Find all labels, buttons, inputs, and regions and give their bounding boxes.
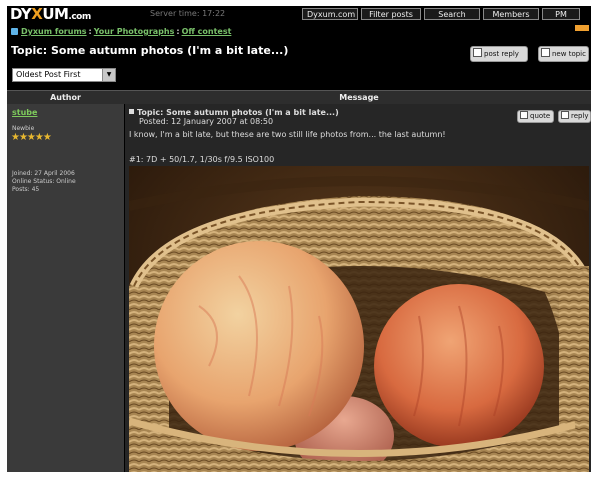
forum-home-icon — [11, 28, 18, 35]
chevron-down-icon[interactable]: ▼ — [102, 69, 115, 81]
server-time: Server time: 17:22 — [150, 9, 226, 18]
nav-search[interactable]: Search — [424, 8, 480, 20]
post-body: I know, I'm a bit late, but these are tw… — [129, 130, 446, 139]
reply-icon — [473, 48, 482, 57]
breadcrumb-separator: : — [176, 27, 180, 36]
reply-label: reply — [571, 112, 589, 120]
author-name-link[interactable]: stube — [12, 108, 37, 117]
author-column-header: Author — [50, 93, 81, 102]
top-bar: DYXUM.com Server time: 17:22 Dyxum.com F… — [7, 6, 591, 23]
basket-apples-image — [129, 166, 589, 472]
post-reply-button[interactable]: post reply — [470, 46, 528, 62]
site-logo[interactable]: DYXUM.com — [10, 6, 91, 23]
breadcrumb-off-contest[interactable]: Off contest — [182, 27, 232, 36]
breadcrumb-your-photographs[interactable]: Your Photographs — [94, 27, 175, 36]
top-nav: Dyxum.com Filter posts Search Members PM — [302, 8, 580, 20]
post-bullet-icon — [129, 109, 134, 114]
post-order-value: Oldest Post First — [16, 70, 81, 79]
quote-icon — [520, 111, 528, 119]
quote-label: quote — [530, 112, 551, 120]
author-rank: Newbie — [12, 125, 35, 132]
reply-icon — [561, 111, 569, 119]
new-topic-button[interactable]: new topic — [538, 46, 589, 62]
author-online-status: Online Status: Online — [12, 178, 76, 185]
author-joined: Joined: 27 April 2006 — [12, 170, 75, 177]
breadcrumb-dyxum-forums[interactable]: Dyxum forums — [21, 27, 87, 36]
nav-dyxum-com[interactable]: Dyxum.com — [302, 8, 358, 20]
nav-members[interactable]: Members — [483, 8, 539, 20]
quote-button[interactable]: quote — [517, 110, 554, 123]
post-reply-label: post reply — [484, 50, 519, 58]
post-date: Posted: 12 January 2007 at 08:50 — [139, 117, 274, 126]
message-panel: Topic: Some autumn photos (I'm a bit lat… — [125, 104, 591, 472]
new-topic-label: new topic — [552, 50, 586, 58]
post-subject: Topic: Some autumn photos (I'm a bit lat… — [129, 108, 339, 117]
post-order-select[interactable]: Oldest Post First ▼ — [12, 68, 116, 82]
new-topic-icon — [541, 48, 550, 57]
notification-tag[interactable] — [575, 25, 589, 31]
nav-pm[interactable]: PM — [542, 8, 580, 20]
author-panel: stube Newbie ★★★★★ Joined: 27 April 2006… — [7, 104, 124, 472]
reply-button[interactable]: reply — [558, 110, 591, 123]
nav-filter-posts[interactable]: Filter posts — [361, 8, 421, 20]
page-title: Topic: Some autumn photos (I'm a bit lat… — [11, 44, 289, 57]
breadcrumb-separator: : — [88, 27, 92, 36]
photo-caption: #1: 7D + 50/1.7, 1/30s f/9.5 ISO100 — [129, 155, 275, 164]
rank-stars-icon: ★★★★★ — [11, 132, 52, 143]
post-photo[interactable] — [129, 166, 589, 472]
message-column-header: Message — [339, 93, 379, 102]
post-subject-text: Topic: Some autumn photos (I'm a bit lat… — [137, 108, 339, 117]
author-post-count: Posts: 45 — [12, 186, 40, 193]
table-header: Author Message — [7, 90, 591, 104]
breadcrumb: Dyxum forums: Your Photographs: Off contes… — [11, 27, 231, 36]
forum-page: DYXUM.com Server time: 17:22 Dyxum.com F… — [7, 6, 591, 472]
